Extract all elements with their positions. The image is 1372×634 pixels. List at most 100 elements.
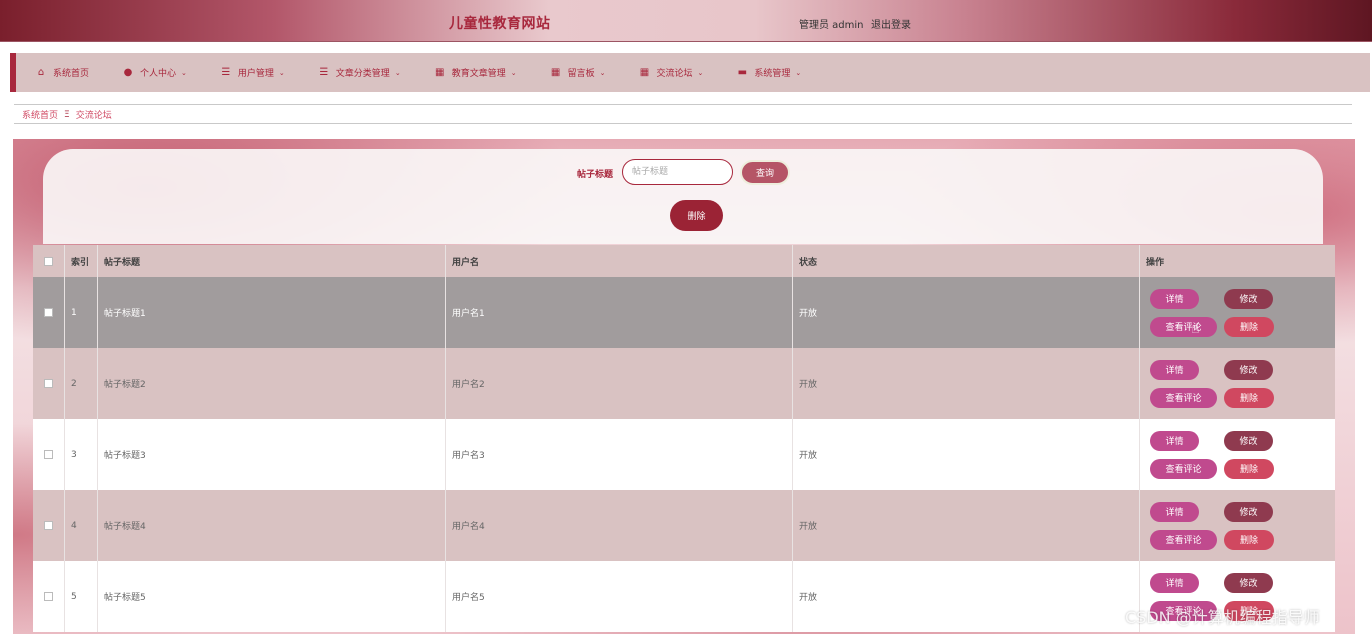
table-row: 1 帖子标题1 用户名1 开放 详情 修改 查看评论 删除 xyxy=(33,277,1335,348)
view-comments-button[interactable]: 查看评论 xyxy=(1150,316,1217,337)
row-username: 用户名1 xyxy=(446,277,793,348)
row-title: 帖子标题1 xyxy=(98,277,446,348)
main-nav: ⌂ 系统首页 ● 个人中心 ⌄ ☰ 用户管理 ⌄ ☰ 文章分类管理 ⌄ ▦ 教育… xyxy=(10,53,1370,92)
row-status: 开放 xyxy=(793,561,1140,632)
view-comments-button[interactable]: 查看评论 xyxy=(1150,458,1217,479)
row-checkbox[interactable] xyxy=(44,521,53,530)
header-title: 帖子标题 xyxy=(98,245,446,277)
nav-item-education-articles[interactable]: ▦ 教育文章管理 ⌄ xyxy=(435,66,517,79)
nav-item-home[interactable]: ⌂ 系统首页 xyxy=(36,66,89,79)
header-index: 索引 xyxy=(65,245,98,277)
nav-item-label: 文章分类管理 xyxy=(335,69,390,79)
row-checkbox[interactable] xyxy=(44,308,53,317)
nav-item-label: 系统首页 xyxy=(53,69,90,79)
delete-button[interactable]: 删除 xyxy=(1224,458,1274,479)
row-checkbox-cell xyxy=(33,277,65,348)
nav-item-forum[interactable]: ▦ 交流论坛 ⌄ xyxy=(639,66,704,79)
logout-link[interactable]: 退出登录 xyxy=(871,16,911,31)
row-checkbox-cell xyxy=(33,419,65,490)
posts-table: 索引 帖子标题 用户名 状态 操作 1 帖子标题1 用户名1 开放 详情 修改 … xyxy=(33,245,1335,632)
table-row: 2 帖子标题2 用户名2 开放 详情 修改 查看评论 删除 xyxy=(33,348,1335,419)
row-status: 开放 xyxy=(793,277,1140,348)
row-status: 开放 xyxy=(793,419,1140,490)
row-checkbox-cell xyxy=(33,348,65,419)
row-title: 帖子标题4 xyxy=(98,490,446,561)
detail-button[interactable]: 详情 xyxy=(1150,572,1199,593)
nav-item-system[interactable]: ▬ 系统管理 ⌄ xyxy=(737,66,802,79)
row-username: 用户名5 xyxy=(446,561,793,632)
header-checkbox-cell xyxy=(33,245,65,277)
detail-button[interactable]: 详情 xyxy=(1150,501,1199,522)
row-index: 2 xyxy=(65,348,98,419)
header-username: 用户名 xyxy=(446,245,793,277)
row-index: 3 xyxy=(65,419,98,490)
row-status: 开放 xyxy=(793,348,1140,419)
nav-item-personal[interactable]: ● 个人中心 ⌄ xyxy=(123,66,187,79)
row-status: 开放 xyxy=(793,490,1140,561)
row-username: 用户名2 xyxy=(446,348,793,419)
breadcrumb-separator: Ξ xyxy=(64,109,70,120)
nav-item-label: 用户管理 xyxy=(237,69,274,79)
table-header: 索引 帖子标题 用户名 状态 操作 xyxy=(33,245,1335,277)
row-checkbox[interactable] xyxy=(44,592,53,601)
search-label: 帖子标题 xyxy=(577,170,614,180)
detail-button[interactable]: 详情 xyxy=(1150,288,1199,309)
watermark: CSDN @计算机编程指导师 xyxy=(1125,608,1320,627)
query-button[interactable]: 查询 xyxy=(740,160,790,185)
delete-button[interactable]: 删除 xyxy=(1224,387,1274,408)
nav-item-users[interactable]: ☰ 用户管理 ⌄ xyxy=(221,66,284,79)
list-icon: ☰ xyxy=(319,66,329,78)
delete-button[interactable]: 删除 xyxy=(1224,529,1274,550)
row-checkbox[interactable] xyxy=(44,450,53,459)
grid-icon: ▦ xyxy=(434,66,445,78)
bulk-delete-button[interactable]: 删除 xyxy=(670,200,723,231)
row-title: 帖子标题5 xyxy=(98,561,446,632)
user-icon: ● xyxy=(123,66,133,78)
list-icon: ☰ xyxy=(221,66,231,78)
row-actions: 详情 修改 查看评论 删除 xyxy=(1140,277,1335,348)
ticket-icon: ▬ xyxy=(737,66,748,78)
edit-button[interactable]: 修改 xyxy=(1224,501,1273,522)
nav-item-message-board[interactable]: ▦ 留言板 ⌄ xyxy=(551,66,606,79)
header-status: 状态 xyxy=(793,245,1140,277)
view-comments-button[interactable]: 查看评论 xyxy=(1150,529,1217,550)
edit-button[interactable]: 修改 xyxy=(1224,430,1273,451)
table-row: 4 帖子标题4 用户名4 开放 详情 修改 查看评论 删除 xyxy=(33,490,1335,561)
view-comments-button[interactable]: 查看评论 xyxy=(1150,387,1217,408)
chevron-down-icon: ⌄ xyxy=(510,68,517,77)
detail-button[interactable]: 详情 xyxy=(1150,430,1199,451)
mouse-cursor-icon: ☝ xyxy=(1191,321,1200,337)
breadcrumb: 系统首页 Ξ 交流论坛 xyxy=(14,104,1352,124)
admin-label: 管理员 admin xyxy=(799,20,864,31)
nav-item-article-category[interactable]: ☰ 文章分类管理 ⌄ xyxy=(319,66,400,79)
detail-button[interactable]: 详情 xyxy=(1150,359,1199,380)
grid-icon: ▦ xyxy=(639,66,650,78)
chevron-down-icon: ⌄ xyxy=(697,68,704,77)
select-all-checkbox[interactable] xyxy=(44,256,53,266)
edit-button[interactable]: 修改 xyxy=(1224,359,1273,380)
row-checkbox[interactable] xyxy=(44,379,53,388)
breadcrumb-home[interactable]: 系统首页 xyxy=(22,108,58,121)
edit-button[interactable]: 修改 xyxy=(1224,288,1273,309)
row-checkbox-cell xyxy=(33,490,65,561)
row-username: 用户名3 xyxy=(446,419,793,490)
row-index: 4 xyxy=(65,490,98,561)
row-actions: 详情 修改 查看评论 删除 xyxy=(1140,490,1335,561)
edit-button[interactable]: 修改 xyxy=(1224,572,1273,593)
top-header: 儿童性教育网站 管理员 admin 退出登录 xyxy=(0,0,1372,42)
chevron-down-icon: ⌄ xyxy=(181,68,187,77)
row-index: 1 xyxy=(65,277,98,348)
row-title: 帖子标题3 xyxy=(98,419,446,490)
nav-item-label: 个人中心 xyxy=(140,69,177,79)
row-index: 5 xyxy=(65,561,98,632)
row-checkbox-cell xyxy=(33,561,65,632)
table-row: 3 帖子标题3 用户名3 开放 详情 修改 查看评论 删除 xyxy=(33,419,1335,490)
breadcrumb-current: 交流论坛 xyxy=(75,111,112,121)
search-input[interactable] xyxy=(622,159,733,185)
chevron-down-icon: ⌄ xyxy=(599,68,606,77)
home-icon: ⌂ xyxy=(37,66,45,78)
nav-item-label: 教育文章管理 xyxy=(451,69,506,79)
chevron-down-icon: ⌄ xyxy=(795,68,802,77)
delete-button[interactable]: 删除 xyxy=(1224,316,1274,337)
row-actions: 详情 修改 查看评论 删除 xyxy=(1140,419,1335,490)
